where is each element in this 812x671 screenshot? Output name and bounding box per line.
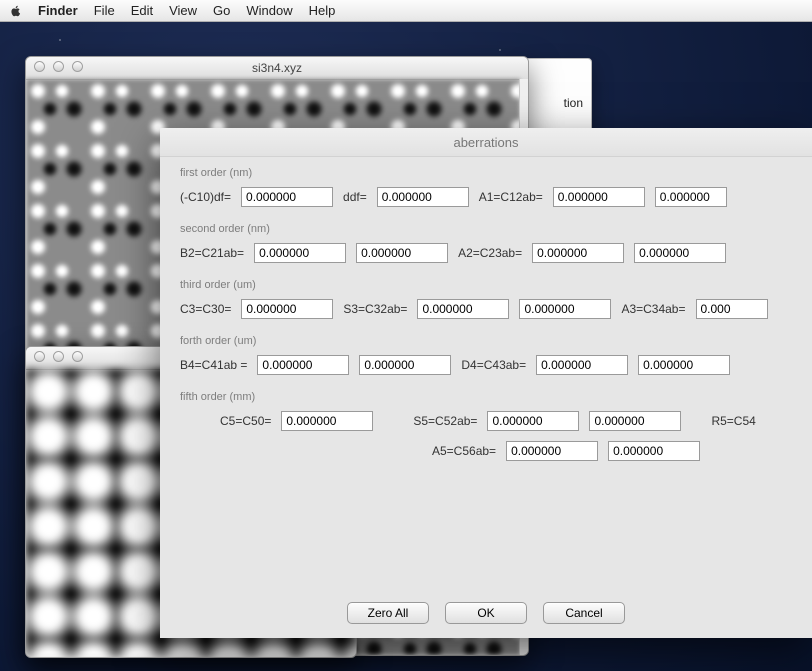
a1a-input[interactable] bbox=[553, 187, 645, 207]
menubar: Finder File Edit View Go Window Help bbox=[0, 0, 812, 22]
group-second-order: second order (nm) B2=C21ab= A2=C23ab= bbox=[180, 223, 792, 263]
s3a-input[interactable] bbox=[417, 299, 509, 319]
traffic-lights bbox=[34, 351, 83, 362]
group-third-order-label: third order (um) bbox=[180, 279, 792, 291]
a2b-input[interactable] bbox=[634, 243, 726, 263]
a5b-input[interactable] bbox=[608, 441, 700, 461]
zero-all-button[interactable]: Zero All bbox=[347, 602, 429, 624]
c3-label: C3=C30= bbox=[180, 302, 231, 316]
ok-button[interactable]: OK bbox=[445, 602, 527, 624]
b2-label: B2=C21ab= bbox=[180, 246, 244, 260]
minimize-icon[interactable] bbox=[53, 351, 64, 362]
aberrations-dialog: aberrations first order (nm) (-C10)df= d… bbox=[160, 128, 812, 638]
menu-help[interactable]: Help bbox=[309, 3, 336, 18]
s5a-input[interactable] bbox=[487, 411, 579, 431]
apple-menu-icon[interactable] bbox=[10, 4, 22, 18]
traffic-lights bbox=[34, 61, 83, 72]
menubar-app-name[interactable]: Finder bbox=[38, 3, 78, 18]
s5-label: S5=C52ab= bbox=[413, 414, 477, 428]
r5-label: R5=C54 bbox=[711, 414, 755, 428]
b4a-input[interactable] bbox=[257, 355, 349, 375]
group-fifth-order: fifth order (mm) C5=C50= S5=C52ab= R5=C5… bbox=[180, 391, 792, 461]
a1b-input[interactable] bbox=[655, 187, 727, 207]
group-first-order-label: first order (nm) bbox=[180, 167, 792, 179]
a3-input[interactable] bbox=[696, 299, 768, 319]
group-forth-order: forth order (um) B4=C41ab = D4=C43ab= bbox=[180, 335, 792, 375]
menu-file[interactable]: File bbox=[94, 3, 115, 18]
cancel-button[interactable]: Cancel bbox=[543, 602, 625, 624]
close-icon[interactable] bbox=[34, 61, 45, 72]
group-second-order-label: second order (nm) bbox=[180, 223, 792, 235]
c5-input[interactable] bbox=[281, 411, 373, 431]
c5-label: C5=C50= bbox=[220, 414, 271, 428]
menu-view[interactable]: View bbox=[169, 3, 197, 18]
background-window-text: tion bbox=[564, 96, 583, 110]
d4-label: D4=C43ab= bbox=[461, 358, 526, 372]
menu-window[interactable]: Window bbox=[246, 3, 292, 18]
a1-label: A1=C12ab= bbox=[479, 190, 543, 204]
c10df-label: (-C10)df= bbox=[180, 190, 231, 204]
ddf-label: ddf= bbox=[343, 190, 367, 204]
a3-label: A3=C34ab= bbox=[621, 302, 685, 316]
a5a-input[interactable] bbox=[506, 441, 598, 461]
b2a-input[interactable] bbox=[254, 243, 346, 263]
b4b-input[interactable] bbox=[359, 355, 451, 375]
menu-go[interactable]: Go bbox=[213, 3, 230, 18]
group-first-order: first order (nm) (-C10)df= ddf= A1=C12ab… bbox=[180, 167, 792, 207]
d4b-input[interactable] bbox=[638, 355, 730, 375]
zoom-icon[interactable] bbox=[72, 351, 83, 362]
minimize-icon[interactable] bbox=[53, 61, 64, 72]
c3-input[interactable] bbox=[241, 299, 333, 319]
window-si3n4-titlebar[interactable]: si3n4.xyz bbox=[26, 57, 528, 80]
zoom-icon[interactable] bbox=[72, 61, 83, 72]
group-forth-order-label: forth order (um) bbox=[180, 335, 792, 347]
d4a-input[interactable] bbox=[536, 355, 628, 375]
menu-edit[interactable]: Edit bbox=[131, 3, 153, 18]
aberrations-dialog-title: aberrations bbox=[160, 128, 812, 157]
a5-label: A5=C56ab= bbox=[432, 444, 496, 458]
window-si3n4-title: si3n4.xyz bbox=[252, 61, 302, 75]
s3-label: S3=C32ab= bbox=[343, 302, 407, 316]
a2a-input[interactable] bbox=[532, 243, 624, 263]
a2-label: A2=C23ab= bbox=[458, 246, 522, 260]
c10df-input[interactable] bbox=[241, 187, 333, 207]
close-icon[interactable] bbox=[34, 351, 45, 362]
b2b-input[interactable] bbox=[356, 243, 448, 263]
group-third-order: third order (um) C3=C30= S3=C32ab= A3=C3… bbox=[180, 279, 792, 319]
group-fifth-order-label: fifth order (mm) bbox=[180, 391, 792, 403]
dialog-button-bar: Zero All OK Cancel bbox=[160, 591, 812, 638]
b4-label: B4=C41ab = bbox=[180, 358, 247, 372]
s3b-input[interactable] bbox=[519, 299, 611, 319]
ddf-input[interactable] bbox=[377, 187, 469, 207]
s5b-input[interactable] bbox=[589, 411, 681, 431]
